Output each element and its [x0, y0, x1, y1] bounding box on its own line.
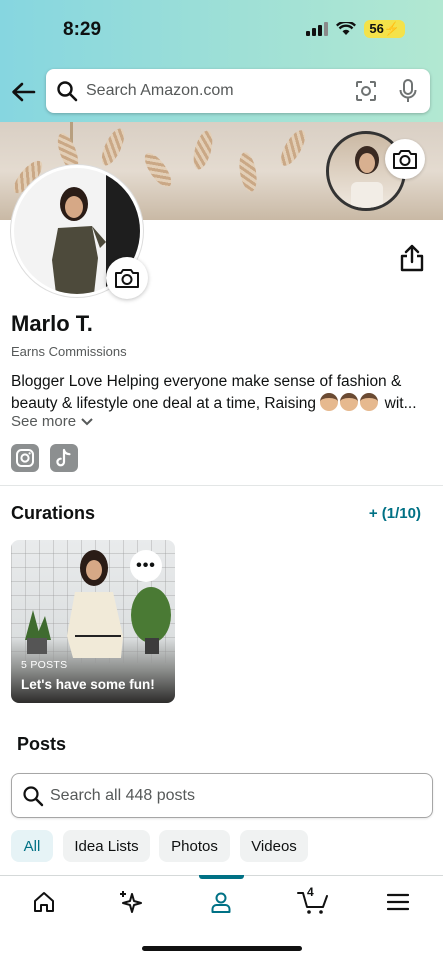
profile-bio: Blogger Love Helping everyone make sense… — [11, 371, 433, 415]
posts-search-input[interactable]: Search all 448 posts — [50, 787, 195, 805]
wheat-head — [276, 126, 310, 170]
cart-count: 4 — [307, 885, 314, 899]
boy-emoji-icon — [320, 393, 339, 411]
tab-menu[interactable] — [384, 888, 412, 916]
card-title: Let's have some fun! — [21, 677, 155, 692]
chip-photos[interactable]: Photos — [159, 830, 230, 862]
avatar-camera-button[interactable] — [106, 257, 148, 299]
tiktok-icon — [56, 448, 71, 467]
tab-inspire[interactable] — [117, 888, 145, 916]
search-icon — [57, 81, 78, 102]
see-more-label: See more — [11, 413, 77, 430]
chevron-down-icon — [81, 417, 93, 425]
camera-scan-icon[interactable] — [354, 79, 378, 103]
camera-icon — [393, 150, 417, 169]
chip-idea-lists[interactable]: Idea Lists — [63, 830, 150, 862]
wheat-head — [236, 150, 260, 194]
wheat-head — [190, 128, 216, 172]
active-tab-indicator — [199, 875, 244, 879]
header: 8:29 56⚡ Search Amazon.com — [0, 0, 443, 122]
bottom-tab-bar: 4 — [0, 875, 443, 960]
share-icon[interactable] — [398, 243, 426, 273]
tiktok-link[interactable] — [50, 444, 78, 472]
card-more-button[interactable]: ••• — [130, 550, 162, 582]
boy-emoji-icon — [360, 393, 379, 411]
bio-line: Blogger Love Helping everyone make sense… — [11, 373, 402, 390]
posts-search-bar[interactable]: Search all 448 posts — [11, 773, 433, 818]
back-arrow-icon[interactable] — [10, 79, 36, 105]
search-icon — [23, 785, 44, 806]
search-bar[interactable]: Search Amazon.com — [46, 69, 430, 113]
chip-videos[interactable]: Videos — [240, 830, 308, 862]
see-more-link[interactable]: See more — [11, 413, 93, 430]
curations-title: Curations — [11, 503, 96, 523]
tab-profile[interactable] — [207, 888, 235, 916]
chip-all[interactable]: All — [11, 830, 53, 862]
home-icon — [34, 892, 54, 912]
camera-icon — [115, 269, 139, 288]
bio-text: beauty & lifestyle one deal at a time, R… — [11, 395, 317, 412]
search-input[interactable]: Search Amazon.com — [86, 82, 336, 100]
instagram-icon — [16, 449, 34, 467]
wheat-head — [97, 125, 129, 169]
section-divider — [0, 485, 443, 486]
earns-commissions-label: Earns Commissions — [11, 344, 127, 359]
battery-indicator: 56⚡ — [364, 20, 405, 38]
wifi-icon — [336, 22, 357, 35]
menu-icon — [387, 893, 409, 911]
microphone-icon[interactable] — [396, 79, 420, 103]
cover-camera-button[interactable] — [385, 139, 425, 179]
tab-home[interactable] — [30, 888, 58, 916]
profile-icon — [211, 892, 231, 913]
signal-icon — [306, 22, 329, 36]
posts-title: Posts — [17, 734, 67, 754]
home-indicator — [142, 946, 302, 951]
instagram-link[interactable] — [11, 444, 39, 472]
boy-emoji-icon — [340, 393, 359, 411]
status-icons: 56⚡ — [306, 20, 405, 38]
card-post-count: 5 POSTS — [21, 659, 68, 671]
add-curation-button[interactable]: + (1/10) — [369, 505, 421, 522]
profile-name: Marlo T. — [11, 311, 93, 336]
sparkle-icon — [120, 891, 142, 913]
status-time: 8:29 — [63, 19, 102, 40]
bio-ellipsis: wit... — [380, 395, 417, 412]
wheat-head — [139, 149, 177, 191]
more-icon: ••• — [136, 557, 156, 574]
bio-line: beauty & lifestyle one deal at a time, R… — [11, 393, 433, 415]
